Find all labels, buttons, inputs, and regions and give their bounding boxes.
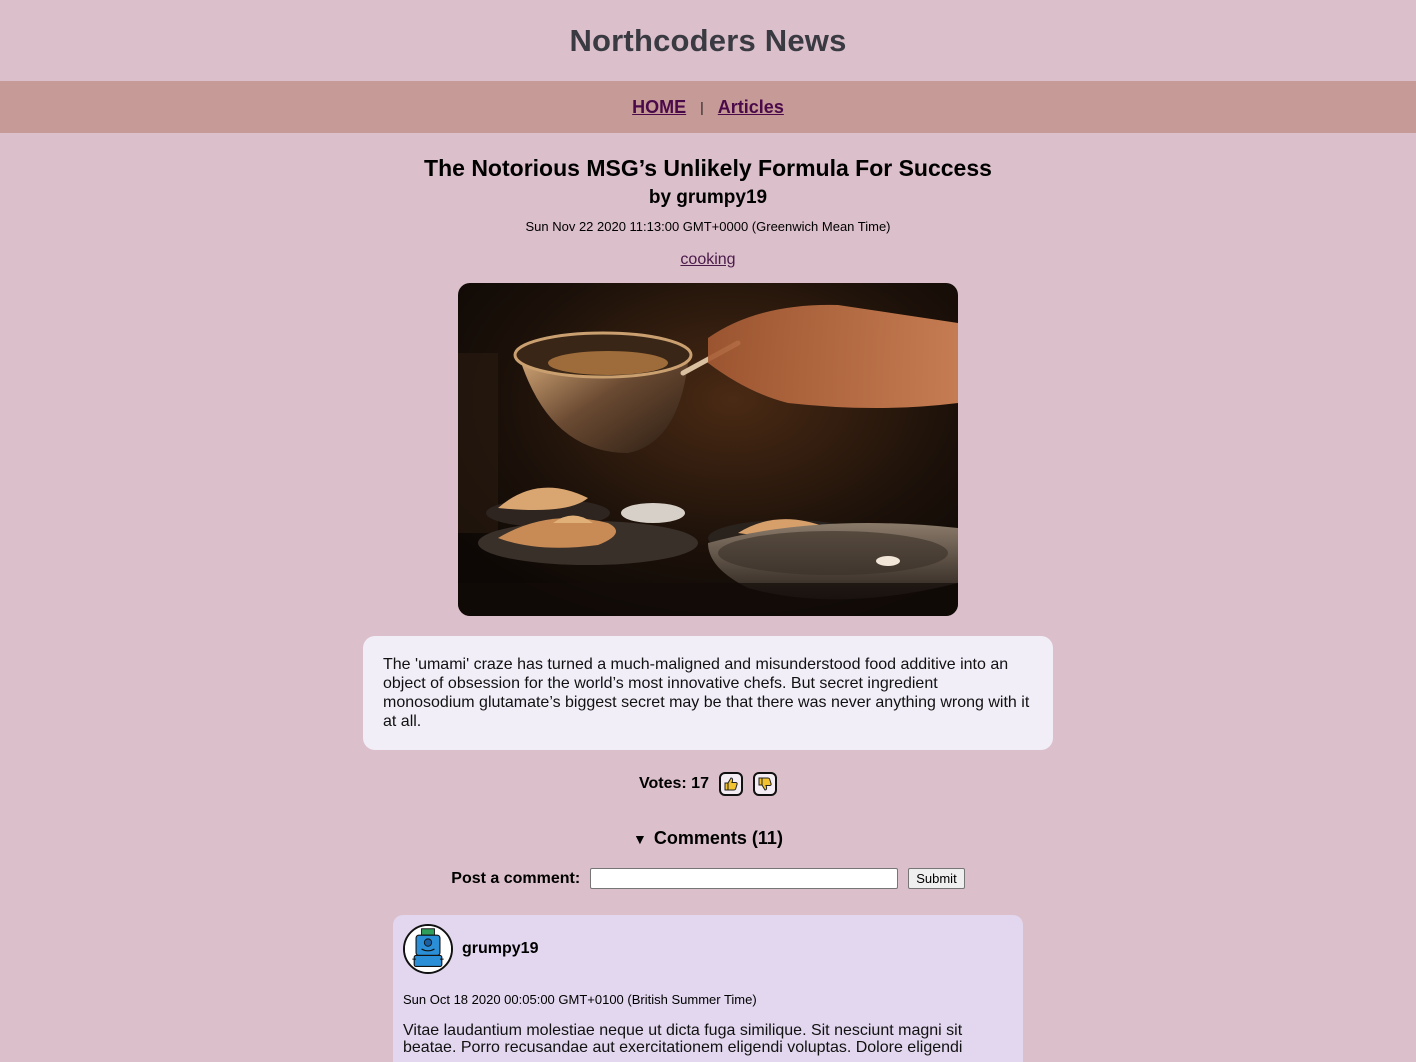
comment-author: grumpy19 — [462, 940, 539, 957]
comment-header: grumpy19 — [403, 924, 1013, 974]
post-comment-form: Post a comment: Submit — [0, 868, 1416, 889]
site-title: Northcoders News — [569, 22, 847, 58]
votes-bar: Votes: 17 — [0, 772, 1416, 796]
upvote-button[interactable] — [718, 772, 743, 796]
thumbs-down-icon — [758, 777, 772, 791]
comment-body: Vitae laudantium molestiae neque ut dict… — [403, 1022, 963, 1056]
article-title: The Notorious MSG’s Unlikely Formula For… — [424, 155, 992, 181]
article-byline: by grumpy19 — [648, 187, 768, 208]
article: The Notorious MSG’s Unlikely Formula For… — [0, 154, 1416, 1062]
submit-button[interactable]: Submit — [908, 868, 965, 889]
nav-articles-link[interactable]: Articles — [718, 97, 784, 118]
article-image — [458, 283, 958, 616]
main-nav: HOME | Articles — [0, 81, 1416, 133]
comment-input[interactable] — [590, 868, 899, 889]
thumbs-up-icon — [724, 777, 738, 791]
nav-home-link[interactable]: HOME — [632, 97, 686, 118]
comments-toggle[interactable]: ▼ Comments (11) — [0, 828, 1416, 849]
nav-separator: | — [700, 99, 704, 115]
avatar — [403, 924, 453, 974]
comment-card: grumpy19 Sun Oct 18 2020 00:05:00 GMT+01… — [393, 915, 1023, 1062]
caret-down-icon: ▼ — [633, 830, 647, 847]
article-body: The 'umami' craze has turned a much-mali… — [363, 636, 1053, 750]
comment-date: Sun Oct 18 2020 00:05:00 GMT+0100 (Briti… — [403, 992, 757, 1007]
post-comment-label: Post a comment: — [451, 869, 581, 887]
topic-link[interactable]: cooking — [680, 251, 735, 269]
article-date: Sun Nov 22 2020 11:13:00 GMT+0000 (Green… — [525, 219, 891, 234]
comments-toggle-label: Comments (11) — [653, 828, 783, 848]
votes-count: Votes: 17 — [639, 775, 709, 792]
site-header: Northcoders News — [0, 0, 1416, 81]
downvote-button[interactable] — [752, 772, 777, 796]
